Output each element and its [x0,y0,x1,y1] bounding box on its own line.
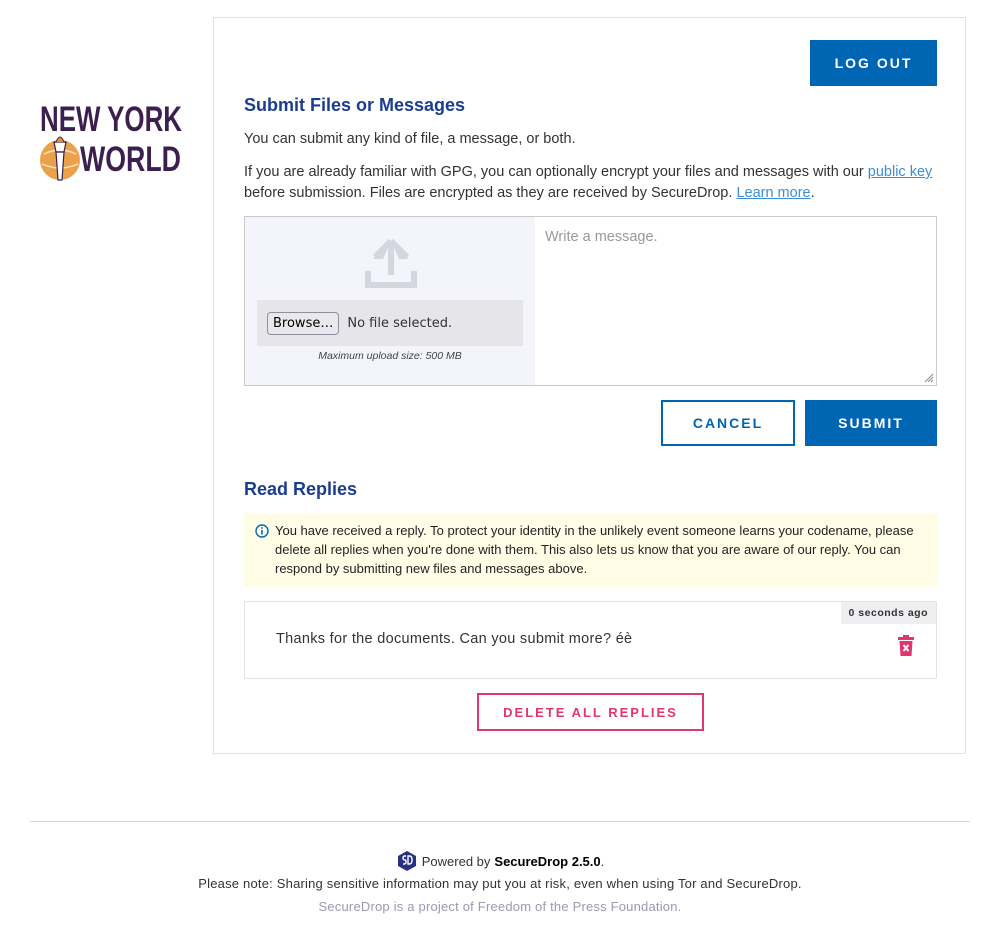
browse-button[interactable]: Browse… [267,311,340,335]
logo-line-2: WORLD [80,140,181,179]
submit-section-heading: Submit Files or Messages [244,95,466,115]
powered-by-suffix: . [600,853,605,869]
gpg-text-part: before submission. Files are encrypted a… [244,185,737,201]
securedrop-logo-icon [397,851,416,871]
delete-reply-trash-icon[interactable] [897,635,915,657]
main-panel: LOG OUT Submit Files or Messages You can… [213,17,966,754]
reply-notice: You have received a reply. To protect yo… [244,513,937,587]
file-upload-area[interactable]: Browse… No file selected. Maximum upload… [245,217,535,385]
message-textarea[interactable] [535,217,936,385]
reply-timestamp: 0 seconds ago [840,602,936,624]
new-york-world-logo-icon: NEW YORK WORLD [40,100,182,181]
upload-icon [365,238,417,288]
logout-button[interactable]: LOG OUT [810,40,937,86]
gpg-text-part: . [810,185,815,201]
reply-notice-text: You have received a reply. To protect yo… [275,523,914,576]
securedrop-version: SecureDrop 2.5.0 [494,853,601,869]
submission-form: Browse… No file selected. Maximum upload… [244,216,937,386]
public-key-link[interactable]: public key [868,164,932,180]
submit-intro-text: You can submit any kind of file, a messa… [244,131,576,147]
reply-item: 0 seconds ago Thanks for the documents. … [244,601,937,679]
footer-risk-note: Please note: Sharing sensitive informati… [198,876,802,891]
file-status-text: No file selected. [347,315,453,331]
file-input[interactable]: Browse… No file selected. [257,300,523,346]
footer-divider [30,821,970,822]
logo-line-1: NEW YORK [40,100,182,139]
submit-button[interactable]: SUBMIT [805,400,937,446]
resize-grip-icon[interactable] [924,373,934,383]
delete-all-replies-button[interactable]: DELETE ALL REPLIES [477,693,704,731]
news-organization-logo: NEW YORK WORLD [36,98,186,198]
replies-section-heading: Read Replies [244,479,358,499]
footer-project-credit: SecureDrop is a project of Freedom of th… [318,899,682,914]
info-icon [255,524,269,538]
gpg-text-part: If you are already familiar with GPG, yo… [244,164,868,180]
max-upload-size-text: Maximum upload size: 500 MB [318,350,462,362]
reply-text: Thanks for the documents. Can you submit… [276,631,633,647]
cancel-button[interactable]: CANCEL [661,400,795,446]
powered-by-prefix: Powered by [421,853,491,869]
gpg-info-text: If you are already familiar with GPG, yo… [244,162,934,204]
powered-by-line: Powered by SecureDrop 2.5.0 . [0,850,1000,872]
learn-more-link[interactable]: Learn more [736,185,810,201]
